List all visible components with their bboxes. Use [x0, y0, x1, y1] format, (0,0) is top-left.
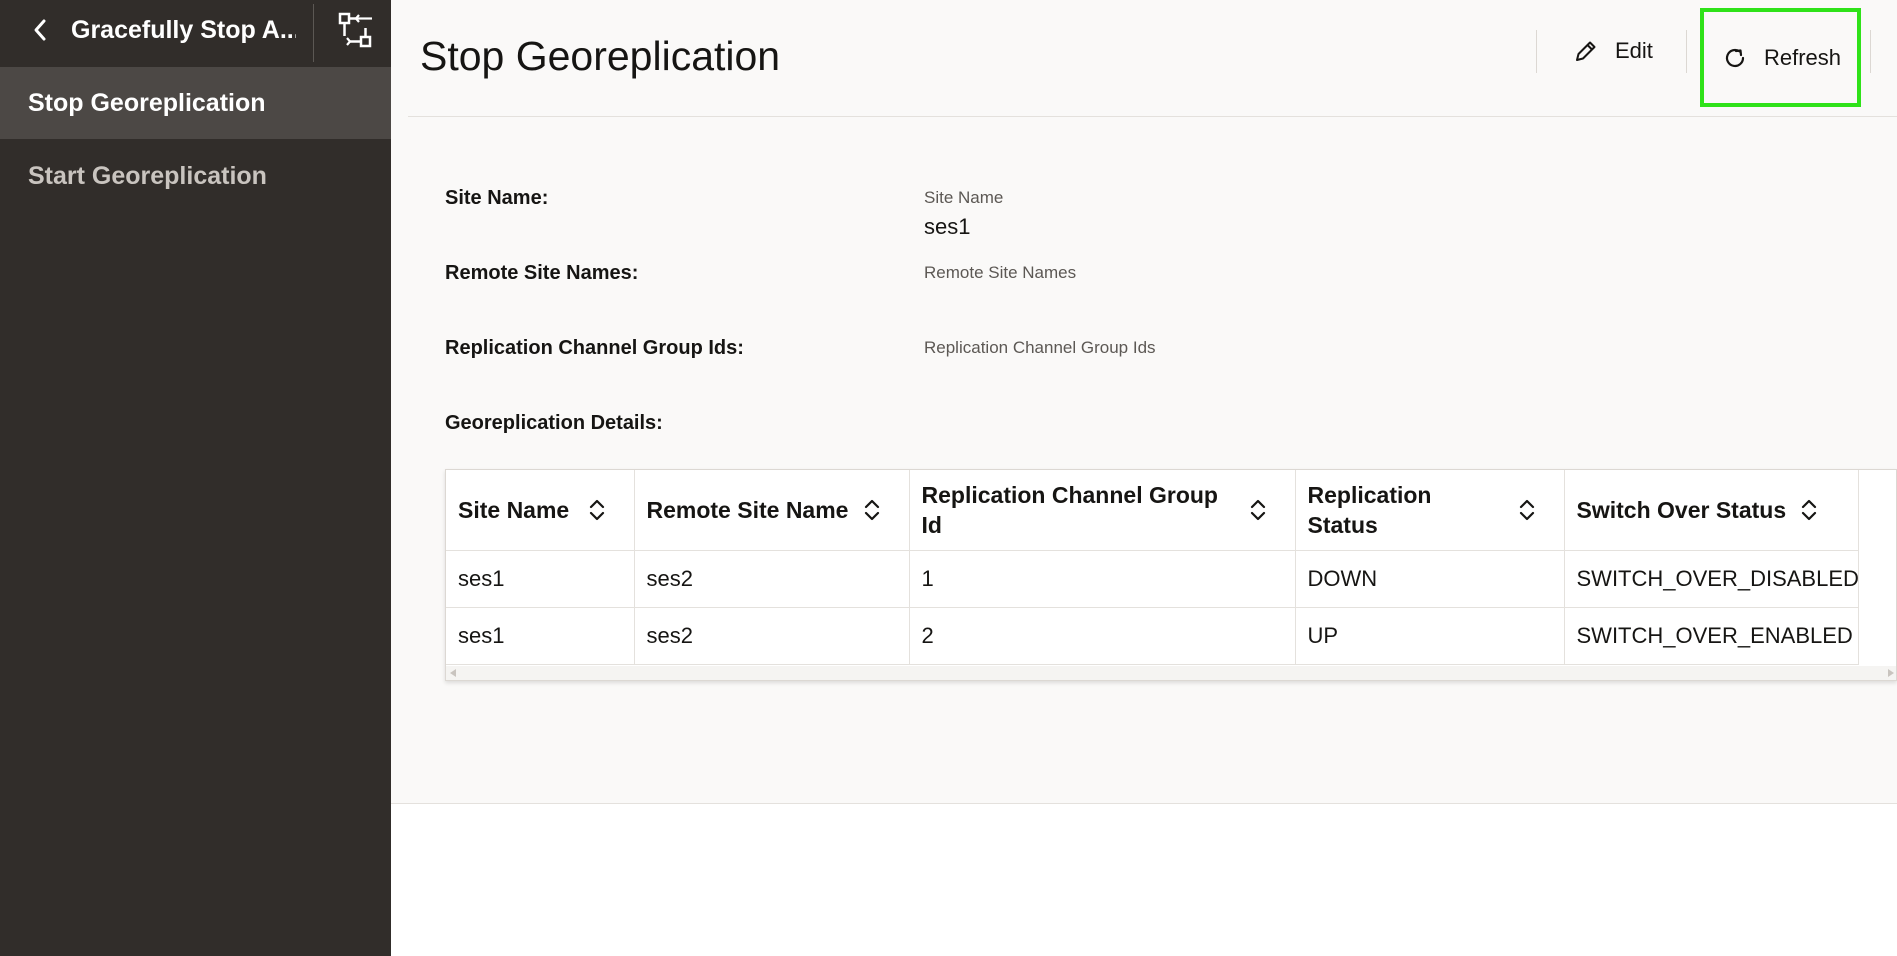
horizontal-scrollbar[interactable] [446, 666, 1896, 680]
main-content: Stop Georeplication Edit Refresh Site Na… [391, 0, 1897, 956]
edit-button[interactable]: Edit [1571, 20, 1683, 82]
column-header-switch-over-status[interactable]: Switch Over Status [1564, 470, 1859, 551]
georeplication-details-table: Site Name Remote Site Name Replication C… [445, 469, 1897, 681]
sidebar-item-label: Start Georeplication [28, 161, 267, 190]
back-button[interactable] [26, 14, 54, 46]
column-header-remote-site-name[interactable]: Remote Site Name [634, 470, 910, 551]
sidebar-item-label: Stop Georeplication [28, 88, 266, 117]
sidebar-divider [313, 4, 314, 62]
table-cell: ses1 [446, 550, 635, 608]
replication-channel-group-ids-caption: Replication Channel Group Ids [924, 338, 1156, 357]
replication-channel-group-ids-label: Replication Channel Group Ids: [445, 337, 744, 359]
swap-layout-icon [338, 12, 372, 48]
sort-icon[interactable] [1247, 496, 1269, 524]
scroll-left-icon[interactable] [450, 669, 456, 677]
georeplication-details-label: Georeplication Details: [445, 412, 663, 434]
table-row[interactable]: ses1 ses2 1 DOWN SWITCH_OVER_DISABLED [446, 550, 1859, 608]
sidebar-header: Gracefully Stop A... [0, 0, 391, 66]
sidebar-item-start-georeplication[interactable]: Start Georeplication [0, 140, 391, 212]
scroll-right-icon[interactable] [1888, 669, 1894, 677]
refresh-label: Refresh [1764, 44, 1842, 70]
toolbar-divider [1686, 30, 1687, 73]
refresh-button[interactable]: Refresh [1700, 8, 1861, 107]
sort-icon[interactable] [1798, 496, 1820, 524]
table-cell: ses2 [634, 607, 910, 665]
table-cell: ses1 [446, 607, 635, 665]
column-header-site-name[interactable]: Site Name [446, 470, 635, 551]
sort-icon[interactable] [861, 496, 883, 524]
table-cell: SWITCH_OVER_ENABLED [1564, 607, 1859, 665]
remote-site-names-caption: Remote Site Names [924, 263, 1077, 282]
site-name-label: Site Name: [445, 187, 549, 209]
refresh-icon [1720, 43, 1750, 73]
table-cell: 2 [909, 607, 1296, 665]
sort-icon[interactable] [1516, 496, 1538, 524]
column-header-label: Remote Site Name [646, 496, 849, 523]
table-header-row: Site Name Remote Site Name Replication C… [446, 470, 1859, 551]
content-footer-area [391, 803, 1897, 956]
table-cell: SWITCH_OVER_DISABLED [1564, 550, 1859, 608]
pencil-icon [1571, 36, 1601, 66]
column-header-replication-channel-group-id[interactable]: Replication Channel Group Id [909, 470, 1296, 551]
toolbar-divider [1536, 30, 1537, 73]
site-name-caption: Site Name [924, 188, 1004, 207]
table-cell: DOWN [1295, 550, 1565, 608]
sidebar-title: Gracefully Stop A... [71, 16, 296, 44]
toolbar-divider [1870, 30, 1871, 73]
page-title: Stop Georeplication [420, 33, 781, 79]
column-header-replication-status[interactable]: Replication Status [1295, 470, 1565, 551]
table-cell: UP [1295, 607, 1565, 665]
sidebar: Gracefully Stop A... Stop Georeplication… [0, 0, 391, 956]
table-cell: 1 [909, 550, 1296, 608]
header-divider [408, 116, 1897, 117]
remote-site-names-label: Remote Site Names: [445, 262, 639, 284]
table-row[interactable]: ses1 ses2 2 UP SWITCH_OVER_ENABLED [446, 607, 1859, 665]
chevron-left-icon [34, 19, 46, 41]
column-header-label: Replication Status [1307, 481, 1432, 538]
site-name-value: ses1 [924, 214, 971, 239]
sort-icon[interactable] [586, 496, 608, 524]
collapse-sidebar-button[interactable] [336, 10, 376, 50]
table-cell: ses2 [634, 550, 910, 608]
column-header-label: Switch Over Status [1576, 496, 1787, 523]
sidebar-item-stop-georeplication[interactable]: Stop Georeplication [0, 67, 391, 139]
column-header-label: Replication Channel Group Id [921, 481, 1218, 538]
column-header-label: Site Name [458, 496, 570, 523]
edit-label: Edit [1615, 38, 1653, 63]
